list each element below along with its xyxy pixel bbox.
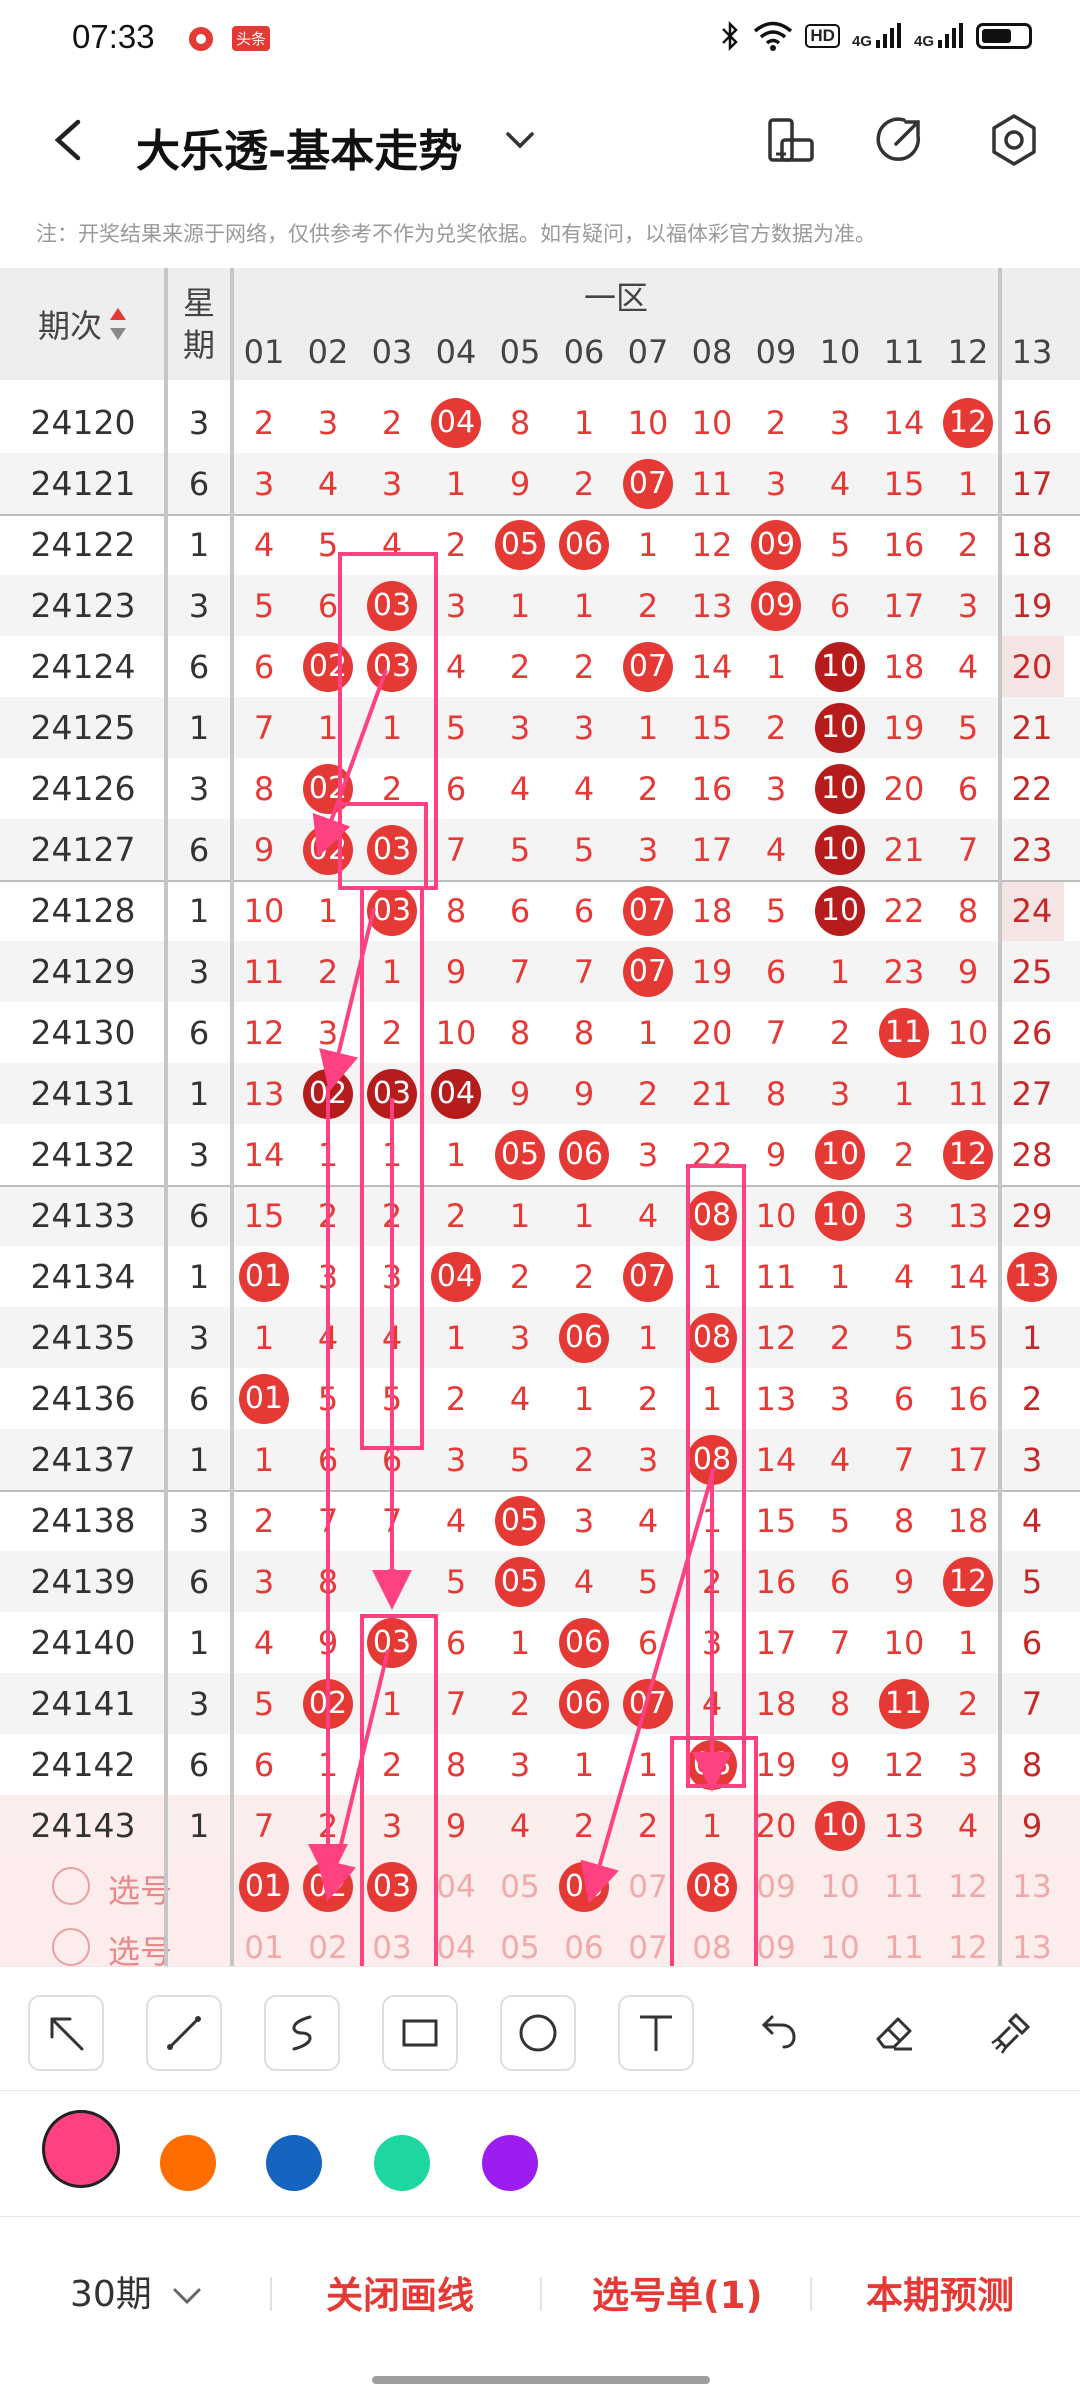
clear-tool[interactable] — [974, 1995, 1050, 2071]
share-icon — [876, 117, 920, 161]
rectangle-tool[interactable] — [382, 1995, 458, 2071]
line-icon — [167, 2016, 201, 2050]
eraser-icon — [876, 2017, 912, 2051]
divider — [810, 2277, 812, 2311]
back-button[interactable] — [40, 110, 100, 170]
drawing-overlay[interactable] — [0, 268, 1080, 1966]
color-swatch-4[interactable] — [374, 2135, 430, 2191]
circle-tool[interactable] — [500, 1995, 576, 2071]
circle-icon — [519, 2014, 557, 2052]
toutiao-badge: 头条 — [232, 26, 271, 51]
share-button[interactable] — [870, 110, 930, 170]
drawn-rectangle[interactable] — [338, 552, 438, 890]
arrow-pointer-icon — [50, 2017, 84, 2051]
page-title[interactable]: 大乐透-基本走势 — [136, 115, 462, 179]
drawn-arrow[interactable] — [312, 669, 388, 858]
color-palette — [0, 2090, 1080, 2217]
freehand-tool[interactable] — [264, 1995, 340, 2071]
undo-tool[interactable] — [738, 1995, 814, 2071]
status-bar: 07:33 头条 HD 4G 4G — [0, 0, 1080, 80]
rotate-screen-icon — [768, 118, 814, 162]
wifi-icon — [754, 21, 793, 51]
divider — [540, 2277, 542, 2311]
title-dropdown[interactable] — [500, 120, 540, 160]
home-indicator[interactable] — [372, 2376, 710, 2384]
status-time: 07:33 — [72, 18, 155, 55]
drawn-arrow[interactable] — [317, 1649, 390, 1902]
color-swatch-3[interactable] — [266, 2135, 322, 2191]
battery-icon — [976, 23, 1032, 49]
text-tool[interactable] — [618, 1995, 694, 2071]
top-app-bar: 大乐透-基本走势 — [0, 80, 1080, 202]
trend-table[interactable]: 期次 星期 一区 01 02 03 04 05 06 07 08 09 10 11 12 13 2412… — [0, 268, 1080, 1966]
status-icons: HD 4G 4G — [719, 20, 1032, 52]
color-swatch-5[interactable] — [482, 2135, 538, 2191]
drawn-arrow[interactable] — [319, 907, 376, 1092]
settings-button[interactable] — [984, 110, 1044, 170]
drawn-rectangle[interactable] — [338, 802, 428, 890]
broom-icon — [991, 2012, 1031, 2054]
squiggle-icon — [292, 2015, 312, 2051]
drawn-rectangle[interactable] — [686, 1164, 746, 1788]
prediction-button[interactable]: 本期预测 — [866, 2265, 1014, 2319]
app-root: 07:33 头条 HD 4G 4G 大乐透-基本走势 注：开奖结果来源于网络，仅… — [0, 0, 1080, 2400]
color-swatch-1[interactable] — [42, 2110, 120, 2188]
chevron-down-icon — [506, 132, 534, 149]
period-selector[interactable]: 30期 — [70, 2265, 205, 2317]
pointer-tool[interactable] — [28, 1995, 104, 2071]
rotate-screen-button[interactable] — [760, 110, 820, 170]
eraser-tool[interactable] — [856, 1995, 932, 2071]
text-icon — [640, 2015, 672, 2051]
undo-icon — [761, 2015, 796, 2049]
divider — [270, 2277, 272, 2311]
drawn-arrow[interactable] — [580, 1467, 716, 1904]
chevron-down-icon — [173, 2288, 201, 2305]
color-swatch-2[interactable] — [160, 2135, 216, 2191]
rectangle-icon — [402, 2019, 438, 2047]
pick-list-button[interactable]: 选号单(1) — [592, 2265, 763, 2319]
app-notification-icon — [186, 24, 216, 54]
bluetooth-icon — [722, 20, 739, 52]
bottom-bar: 30期 关闭画线 选号单(1) 本期预测 — [0, 2216, 1080, 2357]
signal-icon-2: 4G — [914, 22, 964, 50]
gear-icon — [992, 114, 1036, 166]
line-tool[interactable] — [146, 1995, 222, 2071]
chevron-left-icon — [54, 119, 81, 161]
close-drawing-button[interactable]: 关闭画线 — [326, 2265, 474, 2319]
hd-icon: HD — [805, 24, 840, 48]
disclaimer-notice: 注：开奖结果来源于网络，仅供参考不作为兑奖依据。如有疑问，以福体彩官方数据为准。 — [36, 222, 876, 246]
drawn-rectangle[interactable] — [360, 1614, 438, 1966]
drawing-toolbar — [0, 1966, 1080, 2091]
signal-icon-1: 4G — [852, 22, 902, 50]
